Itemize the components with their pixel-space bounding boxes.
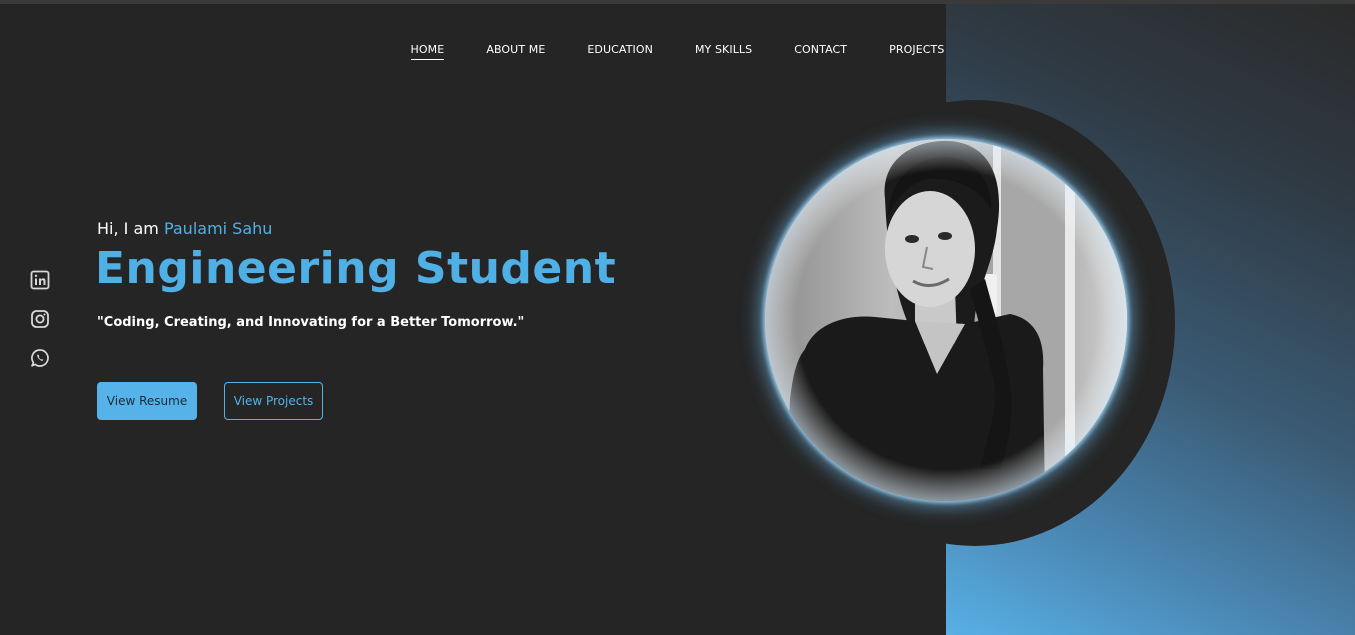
- nav-home[interactable]: HOME: [410, 43, 445, 60]
- profile-photo-illustration: [765, 139, 1127, 501]
- greeting-prefix: Hi, I am: [97, 219, 164, 238]
- nav-my-skills[interactable]: MY SKILLS: [695, 43, 752, 60]
- instagram-link[interactable]: [30, 309, 50, 329]
- nav-projects[interactable]: PROJECTS: [889, 43, 944, 60]
- nav-about-me[interactable]: ABOUT ME: [486, 43, 545, 60]
- main-navigation: HOME ABOUT ME EDUCATION MY SKILLS CONTAC…: [0, 43, 1355, 60]
- view-projects-button[interactable]: View Projects: [224, 382, 323, 420]
- linkedin-icon: [30, 270, 50, 290]
- whatsapp-icon: [31, 349, 49, 367]
- nav-education[interactable]: EDUCATION: [587, 43, 653, 60]
- linkedin-link[interactable]: [30, 270, 50, 290]
- hero-name: Paulami Sahu: [163, 219, 273, 238]
- profile-photo: [765, 139, 1127, 501]
- hero-title: Engineering Student: [95, 243, 617, 294]
- hero-greeting: Hi, I am Paulami Sahu: [97, 219, 272, 238]
- hero-tagline: "Coding, Creating, and Innovating for a …: [97, 315, 525, 330]
- nav-contact[interactable]: CONTACT: [794, 43, 847, 60]
- social-links: [30, 270, 50, 368]
- whatsapp-link[interactable]: [30, 348, 50, 368]
- view-resume-button[interactable]: View Resume: [97, 382, 197, 420]
- portfolio-page: HOME ABOUT ME EDUCATION MY SKILLS CONTAC…: [0, 0, 1355, 635]
- instagram-icon: [31, 310, 49, 328]
